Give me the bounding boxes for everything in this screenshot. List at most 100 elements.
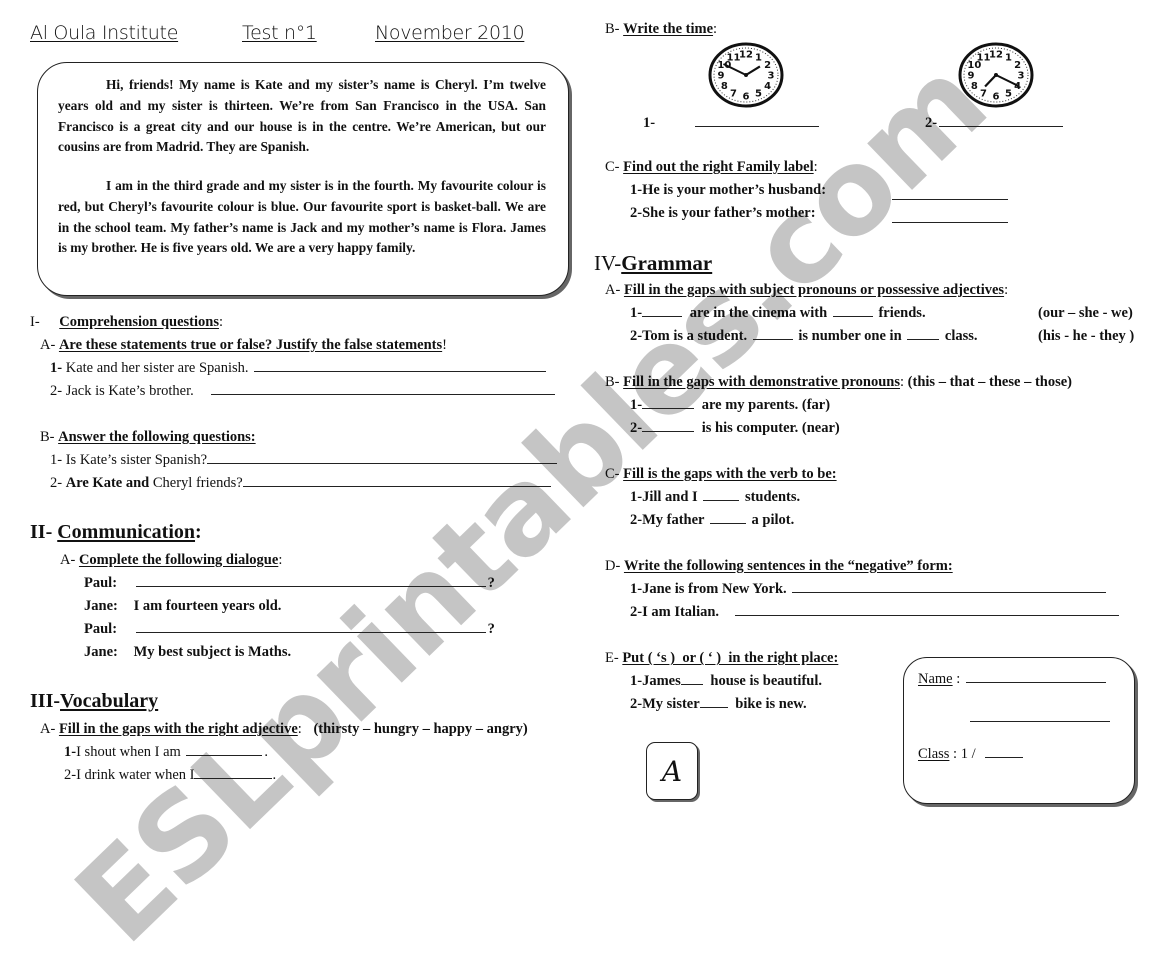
answer-blank[interactable]	[694, 125, 819, 127]
item-text: a pilot.	[751, 512, 795, 528]
answer-blank[interactable]	[792, 591, 1107, 593]
answer-blank[interactable]	[680, 683, 703, 685]
name-field-line-2[interactable]	[970, 720, 1110, 722]
answer-blank[interactable]	[642, 407, 695, 409]
grammar-a-item-2: 2-Tom is a student. is number one in cla…	[630, 328, 978, 345]
part-title: Write the following sentences in the “ne…	[623, 558, 953, 574]
answer-blank[interactable]	[939, 125, 1064, 127]
answer-blank[interactable]	[194, 777, 273, 779]
answer-blank[interactable]	[752, 338, 793, 340]
clock-numeral: 1	[755, 52, 762, 63]
answer-blank[interactable]	[254, 370, 547, 372]
question-item-2: 2- Are Kate and Cheryl friends?	[50, 475, 551, 492]
institute-name: Al Oula Institute	[30, 22, 179, 44]
clock-icon-1: 123456789101112	[708, 42, 784, 108]
section-3a-heading: A- Fill in the gaps with the right adjec…	[40, 721, 528, 737]
clock-numeral: 8	[971, 81, 978, 92]
part-title: Complete the following dialogue	[78, 552, 279, 568]
clock-numeral: 7	[980, 89, 987, 100]
speaker: Paul:	[84, 575, 118, 591]
item-text: friends.	[878, 305, 926, 321]
class-prefix: 1 /	[960, 746, 976, 762]
answer-blank[interactable]	[135, 585, 486, 587]
name-row: Name :	[918, 671, 1108, 688]
section-1-heading: I- Comprehension questions:	[30, 314, 223, 330]
item-number: 1-	[630, 489, 643, 505]
answer-blank[interactable]	[832, 315, 873, 317]
clock-numeral: 5	[1005, 89, 1012, 100]
answer-blank[interactable]	[211, 393, 556, 395]
name-field[interactable]	[965, 681, 1106, 683]
section-3-heading: III-Vocabulary	[30, 690, 158, 713]
answer-blank[interactable]	[186, 754, 263, 756]
family-item-2: 2-She is your father’s mother:	[630, 205, 816, 222]
item-text: house is beautiful.	[710, 673, 822, 689]
passage-text-2: I am in the third grade and my sister is…	[58, 178, 546, 256]
clock-numeral: 2	[1014, 60, 1021, 71]
section-1b-heading: B- Answer the following questions:	[40, 429, 256, 446]
line-end: ?	[487, 575, 495, 591]
item-text: class.	[944, 328, 978, 344]
part-title: Answer the following questions:	[58, 429, 256, 445]
item-text: I drink water when I	[76, 767, 195, 783]
line-text: I am fourteen years old.	[133, 598, 282, 614]
dialogue-line-1: Paul: ?	[84, 575, 495, 592]
answer-blank[interactable]	[892, 221, 1008, 223]
part-label: D-	[605, 558, 621, 574]
grade-box: A	[646, 742, 698, 800]
section-4e-heading: E- Put ( ‘s ) or ( ‘ ) in the right plac…	[605, 650, 838, 667]
family-label-heading: C- Find out the right Family label:	[605, 159, 818, 175]
answer-blank[interactable]	[734, 614, 1119, 616]
clock-numeral: 4	[764, 81, 771, 92]
item-number: 1-	[643, 115, 656, 131]
item-text: My father	[642, 512, 705, 528]
clock-numeral: 5	[755, 89, 762, 100]
passage-text-1: Hi, friends! My name is Kate and my sist…	[58, 77, 546, 155]
answer-blank[interactable]	[242, 485, 551, 487]
section-number: III-	[30, 690, 61, 712]
answer-blank[interactable]	[907, 338, 940, 340]
vocab-item-1: 1-I shout when I am .	[64, 744, 269, 760]
clock-numeral: 6	[743, 92, 750, 103]
item-text: My sister	[642, 696, 700, 712]
answer-blank[interactable]	[703, 499, 740, 501]
class-field[interactable]	[985, 756, 1024, 758]
speaker: Jane:	[84, 598, 118, 614]
grade-letter: A	[661, 754, 683, 788]
item-number: 2-	[50, 383, 63, 399]
answer-blank[interactable]	[642, 315, 683, 317]
clock-numeral: 2	[764, 60, 771, 71]
answer-blank[interactable]	[892, 198, 1008, 200]
grammar-a-item-1: 1- are in the cinema with friends.	[630, 305, 926, 322]
clock-numeral: 7	[730, 89, 737, 100]
answer-blank[interactable]	[642, 430, 695, 432]
part-label: A-	[40, 337, 56, 353]
item-text: Tom is a student.	[642, 328, 748, 344]
part-label: B-	[605, 374, 620, 390]
answer-blank[interactable]	[207, 462, 558, 464]
clock-numeral: 12	[989, 50, 1003, 61]
section-4d-heading: D- Write the following sentences in the …	[605, 558, 953, 575]
item-text: Jack is Kate’s brother.	[65, 383, 194, 399]
speaker: Paul:	[84, 621, 118, 637]
section-2a-heading: A- Complete the following dialogue:	[60, 552, 283, 568]
item-number: 2-	[630, 420, 643, 436]
item-text: I shout when I am	[76, 744, 181, 760]
part-label: C-	[605, 466, 620, 482]
part-title: Fill in the gaps with demonstrative pron…	[623, 374, 901, 390]
item-text: I am Italian.	[642, 604, 720, 620]
grammar-a-hint-2: (his - he - they )	[1038, 328, 1135, 344]
question-item-1: 1- Is Kate’s sister Spanish?	[50, 452, 558, 469]
part-title: Are these statements true or false? Just…	[58, 337, 443, 353]
answer-blank[interactable]	[699, 706, 728, 708]
clock-numeral: 3	[768, 71, 775, 82]
tf-item-1: 1- Kate and her sister are Spanish.	[50, 360, 548, 377]
answer-blank[interactable]	[135, 631, 486, 633]
grammar-b-item-2: 2- is his computer. (near)	[630, 420, 840, 437]
item-number: 2-	[630, 328, 643, 344]
item-text: is number one in	[798, 328, 902, 344]
section-title: Comprehension questions	[59, 314, 219, 330]
answer-blank[interactable]	[709, 522, 746, 524]
item-number: 1-	[630, 581, 643, 597]
part-title: Fill in the gaps with the right adjectiv…	[58, 721, 298, 737]
